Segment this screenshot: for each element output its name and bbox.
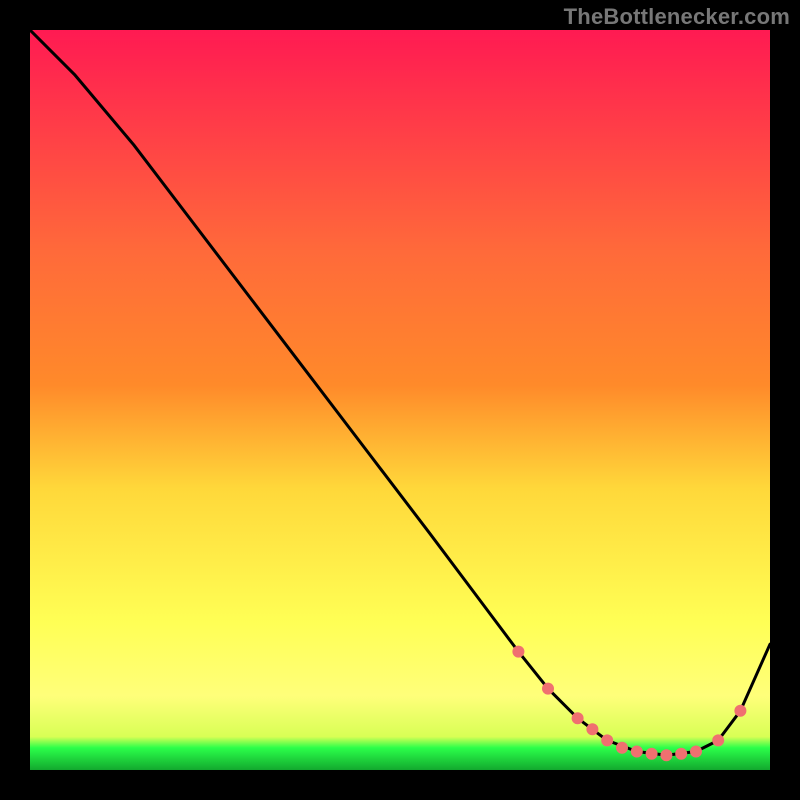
chart-plot-area xyxy=(30,30,770,770)
curve-marker xyxy=(712,734,724,746)
curve-marker xyxy=(734,705,746,717)
curve-marker xyxy=(542,683,554,695)
attribution-label: TheBottlenecker.com xyxy=(564,4,790,30)
curve-marker xyxy=(601,734,613,746)
curve-marker xyxy=(646,748,658,760)
curve-marker xyxy=(586,723,598,735)
curve-marker xyxy=(616,742,628,754)
chart-svg xyxy=(30,30,770,770)
curve-marker xyxy=(512,646,524,658)
curve-marker xyxy=(631,746,643,758)
chart-background xyxy=(30,30,770,770)
curve-marker xyxy=(660,749,672,761)
curve-marker xyxy=(572,712,584,724)
chart-stage: TheBottlenecker.com xyxy=(0,0,800,800)
curve-marker xyxy=(675,748,687,760)
curve-marker xyxy=(690,746,702,758)
